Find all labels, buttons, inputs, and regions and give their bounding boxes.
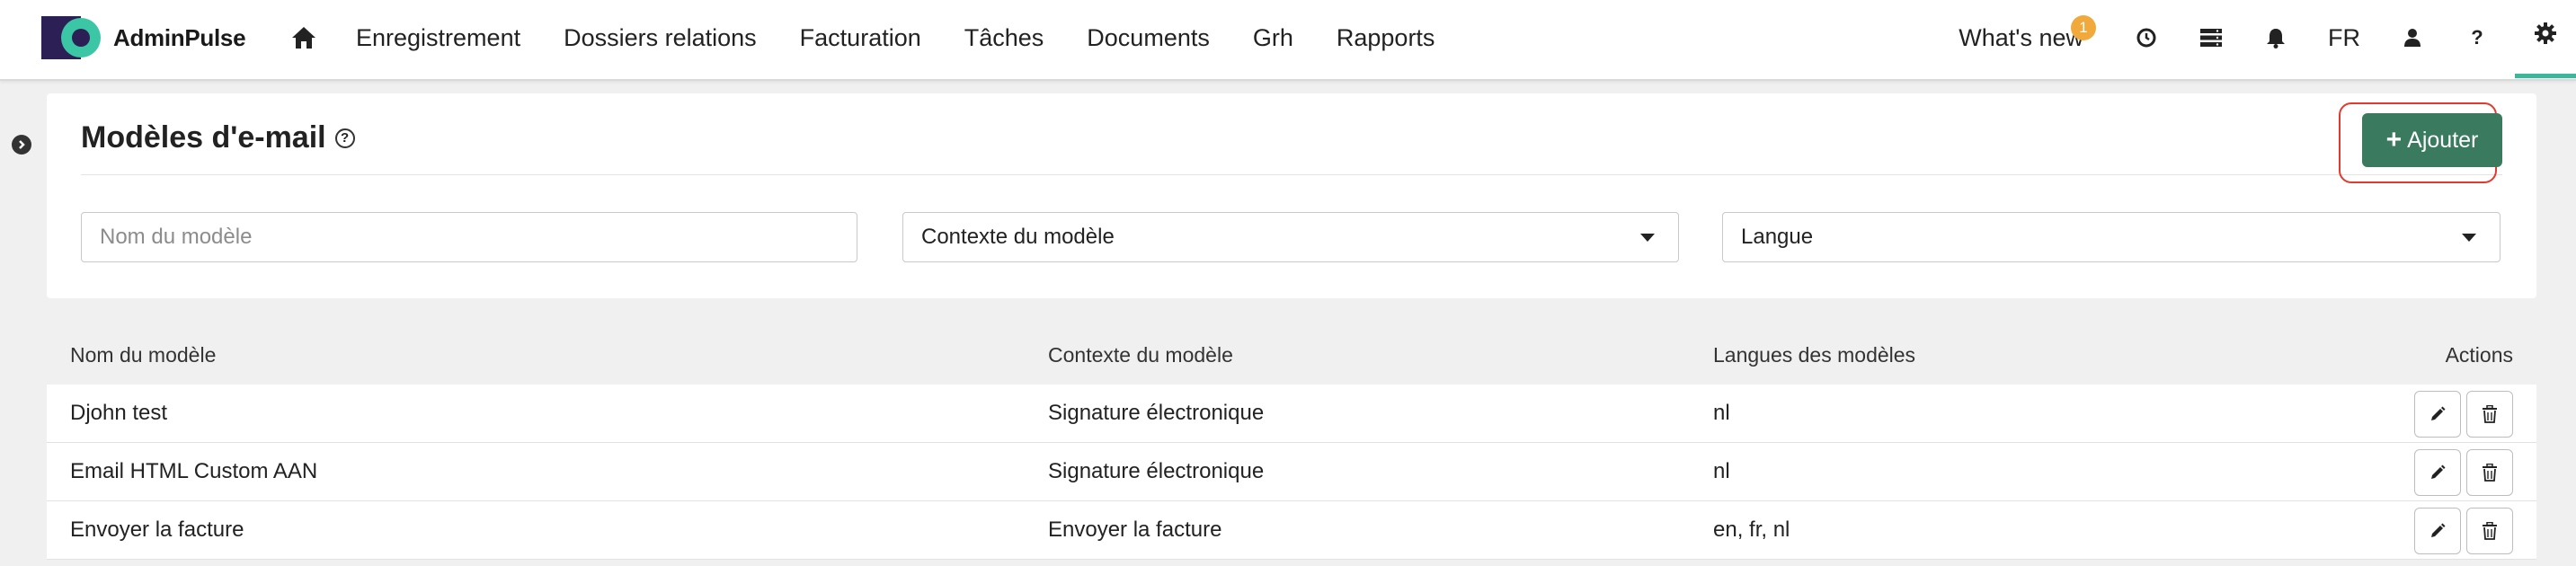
trash-icon <box>2483 405 2497 423</box>
chevron-down-icon <box>1640 234 1655 242</box>
sidebar-toggle-button[interactable] <box>12 135 31 155</box>
row-name: Envoyer la facture <box>70 517 244 542</box>
table-row[interactable]: Email HTML Custom AAN Signature électron… <box>47 443 2536 501</box>
row-languages: nl <box>1713 459 1730 483</box>
logo-mark <box>41 16 106 59</box>
clock-icon[interactable] <box>2130 22 2163 54</box>
logo-text: AdminPulse <box>113 23 246 51</box>
delete-button[interactable] <box>2466 508 2513 554</box>
row-context: Envoyer la facture <box>1048 517 1222 542</box>
page-title-text: Modèles d'e-mail <box>81 120 326 155</box>
templates-table: Nom du modèle Contexte du modèle Langues… <box>47 325 2536 560</box>
pencil-icon <box>2431 464 2446 479</box>
table-row[interactable]: Djohn test Signature électronique nl <box>47 385 2536 443</box>
row-context: Signature électronique <box>1048 401 1265 425</box>
column-header-actions: Actions <box>2445 342 2513 367</box>
template-name-field[interactable] <box>81 212 857 262</box>
column-header-languages[interactable]: Langues des modèles <box>1713 343 1915 367</box>
table-row[interactable]: Envoyer la facture Envoyer la facture en… <box>47 501 2536 560</box>
nav-item-dossiers-relations[interactable]: Dossiers relations <box>564 24 757 52</box>
row-name: Djohn test <box>70 401 168 425</box>
trash-icon <box>2483 464 2497 482</box>
delete-button[interactable] <box>2466 391 2513 438</box>
row-name: Email HTML Custom AAN <box>70 459 318 483</box>
template-context-value: Contexte du modèle <box>921 225 1115 249</box>
whats-new-link[interactable]: What's new 1 <box>1959 14 2096 52</box>
edit-button[interactable] <box>2414 508 2461 554</box>
nav-item-enregistrement[interactable]: Enregistrement <box>356 24 520 52</box>
help-icon[interactable]: ? <box>2461 22 2493 54</box>
column-header-context[interactable]: Contexte du modèle <box>1048 343 1233 367</box>
whats-new-label: What's new <box>1959 23 2083 51</box>
template-name-input[interactable] <box>100 225 857 250</box>
language-value: Langue <box>1741 225 1814 249</box>
nav-item-taches[interactable]: Tâches <box>964 24 1044 52</box>
nav-item-rapports[interactable]: Rapports <box>1337 24 1435 52</box>
language-switcher[interactable]: FR <box>2328 24 2360 52</box>
pencil-icon <box>2431 406 2446 420</box>
right-nav: What's new 1 FR ? <box>1959 0 2576 78</box>
add-template-button[interactable]: + Ajouter <box>2362 113 2502 167</box>
column-header-name[interactable]: Nom du modèle <box>70 343 216 367</box>
bell-icon[interactable] <box>2260 22 2292 54</box>
row-actions <box>2409 508 2513 554</box>
svg-text:?: ? <box>2471 27 2483 49</box>
language-select[interactable]: Langue <box>1722 212 2500 262</box>
pencil-icon <box>2431 523 2446 537</box>
row-languages: en, fr, nl <box>1713 517 1790 542</box>
filter-panel: Modèles d'e-mail ? + Ajouter Contexte du… <box>47 93 2536 298</box>
row-languages: nl <box>1713 401 1730 425</box>
nav-item-facturation[interactable]: Facturation <box>800 24 921 52</box>
server-icon[interactable] <box>2195 22 2227 54</box>
template-context-select[interactable]: Contexte du modèle <box>902 212 1679 262</box>
row-context: Signature électronique <box>1048 459 1265 483</box>
add-button-label: Ajouter <box>2407 127 2479 153</box>
plus-icon: + <box>2385 125 2403 155</box>
nav-item-documents[interactable]: Documents <box>1087 24 1210 52</box>
nav-item-grh[interactable]: Grh <box>1253 24 1293 52</box>
trash-icon <box>2483 522 2497 540</box>
table-header: Nom du modèle Contexte du modèle Langues… <box>47 325 2536 385</box>
delete-button[interactable] <box>2466 449 2513 496</box>
gear-icon <box>2534 22 2557 49</box>
main-nav: Enregistrement Dossiers relations Factur… <box>286 0 1478 75</box>
top-navbar: AdminPulse Enregistrement Dossiers relat… <box>0 0 2576 81</box>
user-icon[interactable] <box>2396 22 2429 54</box>
home-icon[interactable] <box>286 20 322 56</box>
page-title: Modèles d'e-mail ? <box>81 120 355 155</box>
edit-button[interactable] <box>2414 449 2461 496</box>
app-logo[interactable]: AdminPulse <box>41 16 246 59</box>
edit-button[interactable] <box>2414 391 2461 438</box>
settings-tab[interactable] <box>2515 0 2576 78</box>
whats-new-badge: 1 <box>2071 14 2096 40</box>
divider <box>81 174 2502 175</box>
row-actions <box>2409 449 2513 496</box>
help-circle-icon[interactable]: ? <box>334 128 355 148</box>
row-actions <box>2409 391 2513 438</box>
chevron-down-icon <box>2462 234 2476 242</box>
